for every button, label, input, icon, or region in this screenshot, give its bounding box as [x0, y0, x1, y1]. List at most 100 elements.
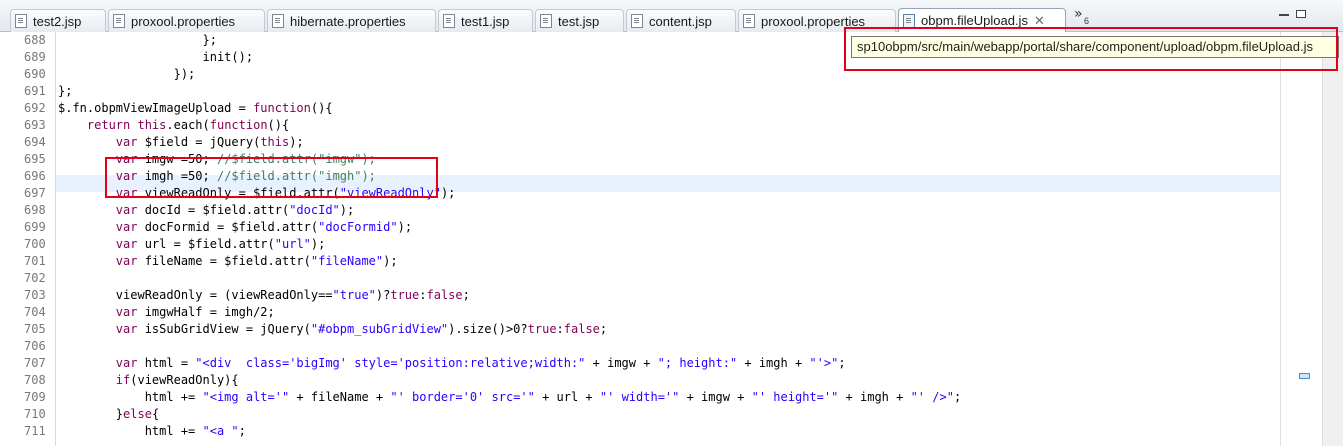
jsp-file-icon	[540, 14, 552, 28]
code-token: var	[115, 322, 138, 336]
code-line[interactable]: var html = "<div class='bigImg' style='p…	[56, 355, 846, 372]
code-line-text: var fileName = $field.attr("fileName");	[56, 254, 398, 268]
code-token: }	[58, 407, 124, 421]
code-line[interactable]: init();	[56, 49, 253, 66]
tab-content-jsp[interactable]: content.jsp	[626, 9, 736, 32]
code-line-text: if(viewReadOnly){	[56, 373, 239, 387]
code-line[interactable]: var docId = $field.attr("docId");	[56, 202, 354, 219]
code-editor[interactable]: }; init(); });}; $.fn.obpmViewImageUpload…	[0, 32, 1343, 446]
close-icon[interactable]: ✕	[1034, 14, 1045, 27]
code-line-text: var $field = jQuery(this);	[56, 135, 304, 149]
code-line-text: $.fn.obpmViewImageUpload = function(){	[56, 101, 333, 115]
code-token: );	[397, 220, 413, 234]
jsp-file-icon	[15, 14, 27, 28]
code-token: this	[260, 135, 290, 149]
code-token: isSubGridView = jQuery(	[137, 322, 311, 336]
code-token: );	[440, 186, 456, 200]
code-token: "; height:"	[657, 356, 738, 370]
code-token: var	[115, 220, 138, 234]
code-token: };	[58, 33, 217, 47]
code-token: init();	[58, 50, 254, 64]
code-line[interactable]: var docFormid = $field.attr("docFormid")…	[56, 219, 412, 236]
code-line[interactable]: html += "<img alt='" + fileName + "' bor…	[56, 389, 961, 406]
code-line[interactable]: var fileName = $field.attr("fileName");	[56, 253, 398, 270]
code-line[interactable]: };	[56, 83, 72, 100]
code-line[interactable]	[56, 270, 58, 287]
tab-hibernate-properties[interactable]: hibernate.properties	[267, 9, 436, 32]
overview-marker[interactable]	[1299, 373, 1310, 379]
code-token: "'>"	[809, 356, 839, 370]
code-line-text: });	[56, 67, 196, 81]
tab-label: test2.jsp	[33, 13, 82, 29]
code-token: );	[310, 237, 326, 251]
code-line-text: };	[56, 33, 217, 47]
line-number: 701	[24, 254, 46, 268]
code-token: + imgh +	[737, 356, 810, 370]
code-line[interactable]: html += "<a ";	[56, 423, 246, 440]
tab-test-jsp[interactable]: test.jsp	[535, 9, 624, 32]
line-number: 692	[24, 101, 46, 115]
line-number: 698	[24, 203, 46, 217]
code-token: var	[115, 305, 138, 319]
code-line[interactable]: var url = $field.attr("url");	[56, 236, 326, 253]
line-number: 688	[24, 33, 46, 47]
tab-overflow-count: 6	[1084, 16, 1090, 26]
tab-overflow-chevron-icon[interactable]: »	[1074, 6, 1083, 22]
annotation-box-code	[105, 157, 438, 198]
code-line-text: var docFormid = $field.attr("docFormid")…	[56, 220, 412, 234]
line-number: 708	[24, 373, 46, 387]
line-number: 704	[24, 305, 46, 319]
code-line[interactable]	[56, 338, 58, 355]
minimize-icon[interactable]	[1279, 10, 1289, 16]
code-line-text: var url = $field.attr("url");	[56, 237, 326, 251]
code-token: + imgw +	[585, 356, 658, 370]
code-token: {	[151, 407, 160, 421]
properties-file-icon	[743, 14, 755, 28]
line-number: 695	[24, 152, 46, 166]
code-line[interactable]: var $field = jQuery(this);	[56, 134, 304, 151]
code-area[interactable]: }; init(); });}; $.fn.obpmViewImageUpload…	[55, 32, 1280, 446]
code-line[interactable]: var isSubGridView = jQuery("#obpm_subGri…	[56, 321, 607, 338]
code-token: var	[115, 254, 138, 268]
vertical-scrollbar[interactable]	[1322, 32, 1343, 446]
code-line[interactable]: });	[56, 66, 196, 83]
code-line[interactable]: $.fn.obpmViewImageUpload = function(){	[56, 100, 333, 117]
tab-test1-jsp[interactable]: test1.jsp	[438, 9, 533, 32]
tab-proxool-properties[interactable]: proxool.properties	[108, 9, 265, 32]
code-line[interactable]: var imgwHalf = imgh/2;	[56, 304, 275, 321]
js-file-icon	[903, 13, 915, 28]
maximize-icon[interactable]	[1296, 10, 1306, 18]
code-token: "url"	[274, 237, 311, 251]
code-token: );	[383, 254, 398, 268]
code-token: var	[115, 356, 138, 370]
code-line-text: var html = "<div class='bigImg' style='p…	[56, 356, 846, 370]
line-number: 702	[24, 271, 46, 285]
line-number: 707	[24, 356, 46, 370]
code-token: (viewReadOnly){	[130, 373, 239, 387]
code-token: "<img alt='"	[202, 390, 290, 404]
annotation-ruler	[0, 32, 14, 446]
code-token: ;	[953, 390, 962, 404]
code-line[interactable]: return this.each(function(){	[56, 117, 289, 134]
tab-test2-jsp[interactable]: test2.jsp	[10, 9, 106, 32]
code-token: html +=	[58, 424, 203, 438]
code-line[interactable]: }else{	[56, 406, 159, 423]
code-token: "#obpm_subGridView"	[310, 322, 449, 336]
line-number: 710	[24, 407, 46, 421]
code-token: );	[289, 135, 304, 149]
code-line[interactable]: if(viewReadOnly){	[56, 372, 239, 389]
code-token: else	[123, 407, 152, 421]
code-token: + url +	[534, 390, 600, 404]
code-line[interactable]: };	[56, 32, 217, 49]
code-token: return this	[86, 118, 167, 132]
code-line[interactable]: viewReadOnly = (viewReadOnly=="true")?tr…	[56, 287, 470, 304]
code-token: };	[58, 84, 73, 98]
code-line-text: };	[56, 84, 72, 98]
code-token: (){	[310, 101, 333, 115]
line-number: 709	[24, 390, 46, 404]
code-token: "fileName"	[310, 254, 384, 268]
line-number: 703	[24, 288, 46, 302]
